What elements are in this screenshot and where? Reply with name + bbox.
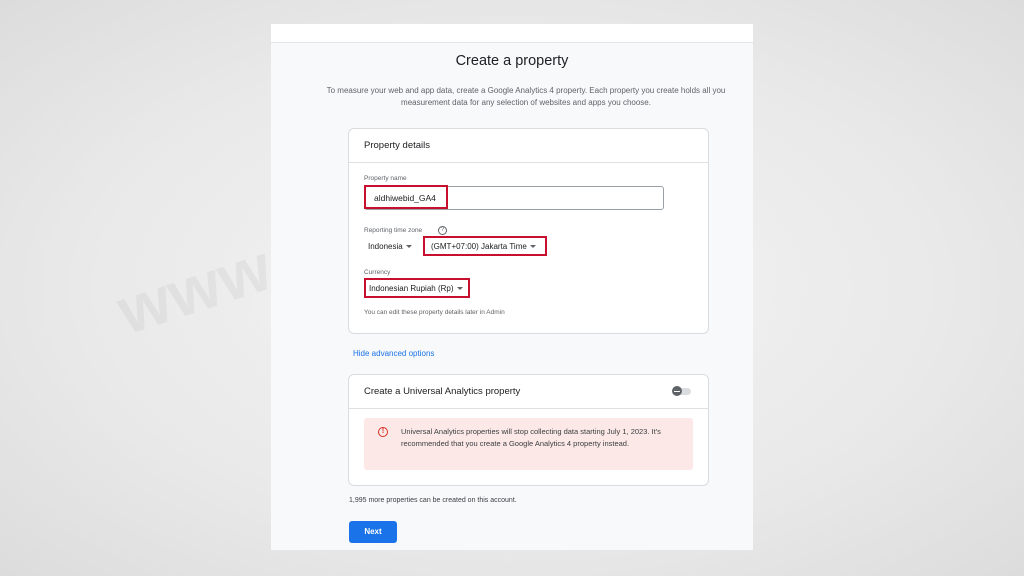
highlight-box-property-name [364, 185, 448, 209]
remaining-properties-text: 1,995 more properties can be created on … [349, 497, 517, 504]
page-subtitle: To measure your web and app data, create… [299, 85, 753, 109]
subtitle-line-1: To measure your web and app data, create… [326, 86, 726, 95]
error-outline-icon: ! [378, 427, 388, 437]
help-circle-icon[interactable]: ? [438, 226, 447, 235]
highlight-box-timezone [423, 236, 547, 256]
toggle-knob [672, 386, 682, 396]
page-title: Create a property [455, 53, 569, 69]
alert-text: Universal Analytics properties will stop… [401, 427, 661, 448]
universal-analytics-title: Create a Universal Analytics property [364, 386, 521, 397]
create-property-panel: Create a property To measure your web an… [271, 24, 753, 550]
subtitle-line-2: measurement data for any selection of we… [401, 98, 651, 107]
chevron-down-icon [405, 245, 412, 249]
universal-analytics-header: Create a Universal Analytics property [349, 375, 708, 409]
timezone-label: Reporting time zone [364, 227, 423, 234]
hide-advanced-options-link[interactable]: Hide advanced options [353, 349, 434, 358]
property-details-card: Property details Property name aldhiwebi… [348, 128, 709, 334]
universal-analytics-toggle[interactable] [672, 386, 692, 396]
country-value: Indonesia [368, 242, 403, 251]
deprecation-alert: ! Universal Analytics properties will st… [364, 418, 693, 470]
highlight-box-currency [364, 278, 470, 298]
top-bar [271, 24, 753, 43]
universal-analytics-card: Create a Universal Analytics property ! … [348, 374, 709, 486]
property-name-label: Property name [364, 175, 407, 182]
currency-label: Currency [364, 269, 391, 276]
country-select[interactable]: Indonesia [368, 242, 412, 251]
property-details-header: Property details [349, 129, 708, 163]
next-button[interactable]: Next [349, 521, 397, 543]
edit-later-hint: You can edit these property details late… [364, 309, 505, 316]
